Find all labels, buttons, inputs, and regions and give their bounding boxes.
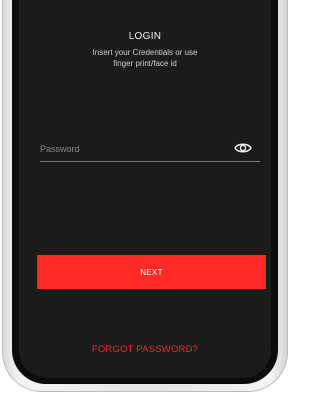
page-title: LOGIN (128, 31, 162, 42)
phone-device: LOGIN Insert your Credentials or use fin… (0, 0, 290, 394)
password-field[interactable]: Password (40, 144, 80, 154)
instructions-line-2: finger print/face id (113, 59, 177, 68)
login-instructions: Insert your Credentials or use finger pr… (49, 47, 241, 69)
next-button[interactable]: NEXT (37, 255, 266, 289)
eye-icon[interactable] (234, 141, 252, 155)
instructions-line-1: Insert your Credentials or use (92, 48, 198, 57)
password-underline (40, 161, 260, 162)
login-screen: LOGIN Insert your Credentials or use fin… (19, 0, 271, 378)
forgot-password-link[interactable]: FORGOT PASSWORD? (19, 344, 271, 355)
